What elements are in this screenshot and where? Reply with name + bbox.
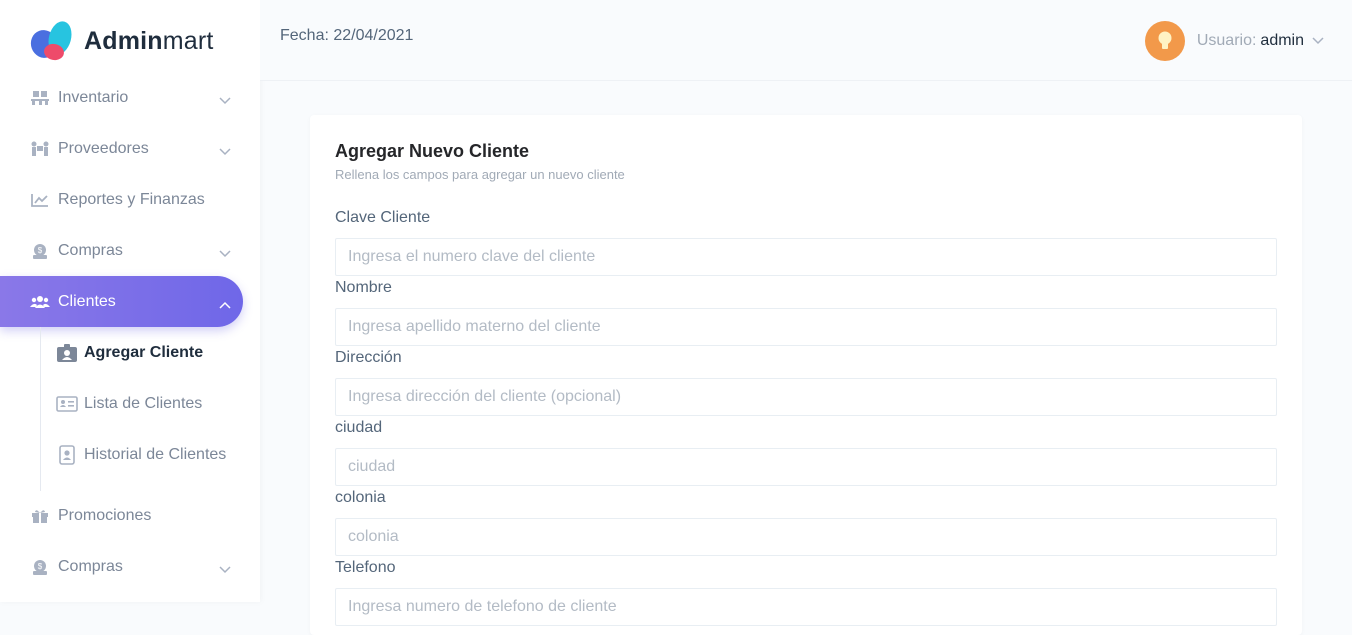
- user-name: admin: [1260, 32, 1304, 49]
- chevron-down-icon: [219, 245, 231, 263]
- sidebar-item-inventario[interactable]: Inventario: [0, 72, 243, 123]
- nombre-label: Nombre: [335, 279, 392, 296]
- current-date: Fecha: 22/04/2021: [280, 27, 414, 44]
- id-badge-icon: [56, 444, 78, 465]
- chevron-down-icon: [219, 143, 231, 161]
- colonia-input[interactable]: [335, 518, 1277, 556]
- clave-cliente-input[interactable]: [335, 238, 1277, 276]
- sidebar-item-label: Clientes: [58, 292, 116, 310]
- sidebar: Adminmart Inventario Proveedores Reporte…: [0, 0, 260, 602]
- sidebar-item-proveedores[interactable]: Proveedores: [0, 123, 243, 174]
- sidebar-subitem-label: Agregar Cliente: [84, 343, 204, 361]
- sidebar-subitem-label: Historial de Clientes: [84, 445, 227, 463]
- lightbulb-icon: [1158, 31, 1172, 49]
- avatar: [1144, 21, 1185, 61]
- money-bag-icon: $: [30, 242, 50, 260]
- people-carry-icon: [30, 140, 50, 158]
- user-label: Usuario:: [1196, 32, 1257, 49]
- chevron-down-icon: [219, 561, 231, 579]
- ciudad-input[interactable]: [335, 448, 1277, 486]
- chart-line-icon: [30, 191, 50, 209]
- nombre-input[interactable]: [335, 308, 1277, 346]
- sidebar-subitem-agregar-cliente[interactable]: Agregar Cliente: [56, 327, 236, 378]
- chevron-up-icon: [219, 296, 231, 314]
- svg-text:$: $: [38, 246, 43, 255]
- sidebar-subitem-label: Lista de Clientes: [84, 394, 203, 412]
- sidebar-item-promociones[interactable]: Promociones: [0, 490, 243, 541]
- colonia-label: colonia: [335, 489, 386, 506]
- sidebar-item-label: Promociones: [58, 506, 152, 524]
- id-card-alt-icon: [56, 343, 78, 363]
- chevron-down-icon: [219, 92, 231, 110]
- telefono-input[interactable]: [335, 588, 1277, 626]
- telefono-label: Telefono: [335, 559, 396, 576]
- svg-text:$: $: [38, 562, 43, 571]
- sidebar-item-label: Reportes y Finanzas: [58, 190, 205, 208]
- direccion-label: Dirección: [335, 349, 402, 366]
- gift-icon: [30, 507, 50, 525]
- sidebar-item-label: Inventario: [58, 88, 129, 106]
- sidebar-subitem-historial-clientes[interactable]: Historial de Clientes: [56, 429, 236, 480]
- form-title: Agregar Nuevo Cliente: [335, 141, 530, 161]
- sidebar-item-compras[interactable]: $ Compras: [0, 225, 243, 276]
- form-subtitle: Rellena los campos para agregar un nuevo…: [335, 167, 625, 182]
- direccion-input[interactable]: [335, 378, 1277, 416]
- user-menu[interactable]: Usuario: admin: [1144, 21, 1324, 61]
- clave-cliente-label: Clave Cliente: [335, 209, 431, 226]
- sidebar-item-label: Proveedores: [58, 139, 149, 157]
- add-client-form-card: Agregar Nuevo Cliente Rellena los campos…: [310, 115, 1302, 635]
- sidebar-item-label: Compras: [58, 557, 123, 575]
- top-bar: Fecha: 22/04/2021 Usuario: admin: [260, 0, 1352, 81]
- sidebar-item-clientes[interactable]: Clientes: [0, 276, 243, 327]
- sidebar-item-label: Compras: [58, 241, 123, 259]
- users-icon: [30, 293, 50, 311]
- money-bag-icon: $: [30, 558, 50, 576]
- address-card-icon: [56, 394, 78, 414]
- pallet-icon: [30, 89, 50, 107]
- sidebar-subitem-lista-clientes[interactable]: Lista de Clientes: [56, 378, 236, 429]
- logo-text: Adminmart: [84, 26, 214, 55]
- app-logo[interactable]: Adminmart: [28, 20, 214, 62]
- sidebar-item-reportes[interactable]: Reportes y Finanzas: [0, 174, 243, 225]
- chevron-down-icon: [1312, 32, 1324, 50]
- logo-butterfly-icon: [28, 20, 76, 62]
- submenu-divider: [40, 327, 41, 491]
- sidebar-item-compras-2[interactable]: $ Compras: [0, 541, 243, 592]
- ciudad-label: ciudad: [335, 419, 383, 436]
